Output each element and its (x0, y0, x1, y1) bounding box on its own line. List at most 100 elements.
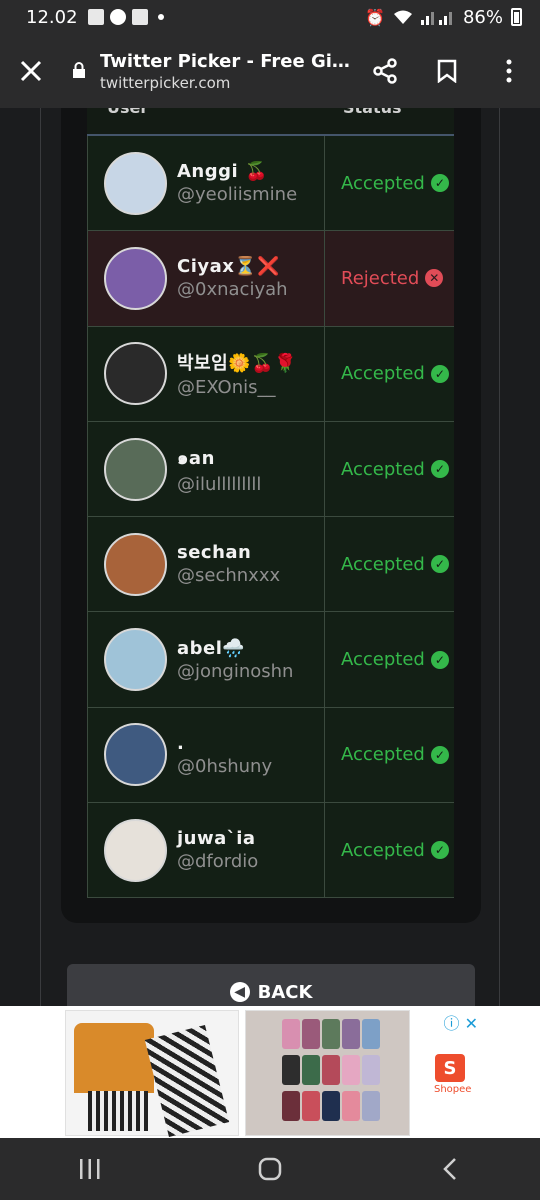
user-name: sechan (177, 542, 252, 564)
page-content: User Status Anggi 🍒@yeoliismine Accepted ✓… (0, 108, 540, 1006)
status-cell: Accepted ✓ (325, 708, 454, 802)
table-row: juwa`ia @dfordio Accepted ✓ (87, 803, 454, 899)
table-row: sechan @sechnxxx Accepted ✓ (87, 517, 454, 613)
ad-fabric-swatch (302, 1019, 320, 1049)
url-bar[interactable]: Twitter Picker - Free Give... twitterpic… (62, 51, 354, 92)
check-circle-icon: ✓ (430, 745, 449, 764)
bookmark-button[interactable] (416, 34, 478, 108)
shopee-logo-icon: S (435, 1054, 465, 1082)
back-button[interactable]: ◀ BACK (67, 964, 475, 1006)
x-circle-icon: ✕ (425, 269, 444, 288)
status-text: Accepted (341, 649, 425, 671)
user-handle: @ilulllllllll (177, 474, 262, 496)
check-circle-icon: ✓ (430, 460, 449, 479)
avatar (104, 723, 167, 787)
tiktok-notification-icon (109, 9, 126, 25)
close-tab-button[interactable] (0, 34, 62, 108)
status-cell: Accepted ✓ (325, 422, 454, 516)
home-button[interactable] (220, 1138, 320, 1200)
table-row: ๑an @ilulllllllll Accepted ✓ (87, 421, 454, 518)
user-info: 박보임🌼🍒🌹 @EXOnis__ (177, 349, 297, 398)
alarm-icon: ⏰ (365, 7, 385, 27)
user-handle: @dfordio (177, 851, 259, 873)
status-cell: Accepted ✓ (325, 612, 454, 706)
shopee-label: Shopee (434, 1084, 472, 1095)
ad-skirt-shape (88, 1091, 148, 1131)
user-name: Ciyax⏳❌ (177, 256, 281, 278)
status-bar: 12.02 ⏰ 86% (0, 0, 540, 34)
back-label: BACK (257, 981, 313, 1003)
ad-product-image-clothing[interactable] (65, 1010, 239, 1138)
user-handle: @0xnaciyah (177, 279, 288, 301)
share-icon (373, 58, 397, 84)
user-name: . (177, 732, 185, 754)
user-info: juwa`ia @dfordio (177, 828, 258, 872)
more-vertical-icon (506, 59, 512, 83)
user-cell: Ciyax⏳❌ @0xnaciyah (87, 231, 325, 326)
shop-notification-icon (131, 9, 148, 25)
status-cell: Accepted ✓ (325, 327, 454, 421)
close-icon (20, 60, 42, 82)
status-cell: Accepted ✓ (325, 136, 454, 230)
user-cell: sechan @sechnxxx (87, 517, 325, 612)
chevron-left-icon (443, 1158, 456, 1180)
user-name: Anggi 🍒 (177, 161, 268, 183)
page-host: twitterpicker.com (100, 73, 231, 92)
check-circle-icon: ✓ (430, 650, 449, 669)
ad-fabric-swatch (322, 1091, 340, 1121)
table-header: User Status (87, 108, 454, 136)
check-circle-icon: ✓ (430, 555, 449, 574)
gallery-notification-icon (87, 9, 104, 25)
ad-shirt-shape (74, 1023, 154, 1093)
user-name: 박보임🌼🍒🌹 (177, 353, 297, 375)
clock: 12.02 (26, 6, 78, 28)
status-text: Accepted (341, 839, 425, 861)
user-info: sechan @sechnxxx (177, 542, 280, 586)
browser-toolbar: Twitter Picker - Free Give... twitterpic… (0, 34, 540, 108)
user-info: Anggi 🍒 @yeoliismine (177, 161, 297, 205)
avatar (104, 532, 167, 596)
more-options-button[interactable] (478, 34, 540, 108)
ad-fabric-swatch (342, 1091, 360, 1121)
check-circle-icon: ✓ (430, 174, 449, 193)
table-row: Anggi 🍒 @yeoliismine Accepted ✓ (87, 136, 454, 232)
avatar (104, 628, 167, 692)
status-text: Accepted (341, 172, 425, 194)
user-handle: @sechnxxx (177, 565, 281, 587)
status-text: Accepted (341, 744, 425, 766)
check-circle-icon: ✓ (430, 364, 449, 383)
user-handle: @yeoliismine (177, 184, 298, 206)
ad-banner[interactable]: ⓘ ✕ S Shopee (0, 1006, 540, 1138)
header-status: Status (343, 108, 402, 117)
status-text: Accepted (341, 553, 425, 575)
back-nav-button[interactable] (400, 1138, 500, 1200)
bookmark-icon (437, 59, 457, 83)
user-name: juwa`ia (177, 828, 256, 850)
status-cell: Accepted ✓ (325, 517, 454, 611)
battery-level: 86% (462, 6, 503, 28)
status-cell: Rejected ✕ (325, 231, 454, 325)
user-cell: Anggi 🍒 @yeoliismine (87, 136, 325, 231)
ad-fabric-swatch (322, 1055, 340, 1085)
ad-pants-shape (144, 1024, 230, 1138)
user-handle: @EXOnis__ (177, 377, 276, 399)
share-button[interactable] (354, 34, 416, 108)
ad-info-close-icon[interactable]: ⓘ ✕ (444, 1010, 479, 1034)
lock-icon (73, 62, 85, 78)
ad-fabric-swatch (302, 1091, 320, 1121)
more-notifications-icon (157, 14, 164, 20)
user-name: abel🌧️ (177, 637, 246, 659)
page-title: Twitter Picker - Free Give... (100, 50, 350, 72)
ad-product-image-fabric[interactable] (245, 1010, 410, 1136)
avatar (104, 437, 167, 501)
recent-apps-button[interactable] (40, 1138, 140, 1200)
ad-fabric-swatch (302, 1055, 320, 1085)
status-text: Accepted (341, 363, 425, 385)
wifi-icon (393, 10, 412, 24)
avatar (104, 342, 167, 406)
user-name: ๑an (177, 448, 215, 470)
ad-fabric-swatch (322, 1019, 340, 1049)
user-cell: 박보임🌼🍒🌹 @EXOnis__ (87, 326, 325, 421)
signal-icon (420, 12, 452, 25)
user-handle: @0hshuny (177, 755, 273, 777)
